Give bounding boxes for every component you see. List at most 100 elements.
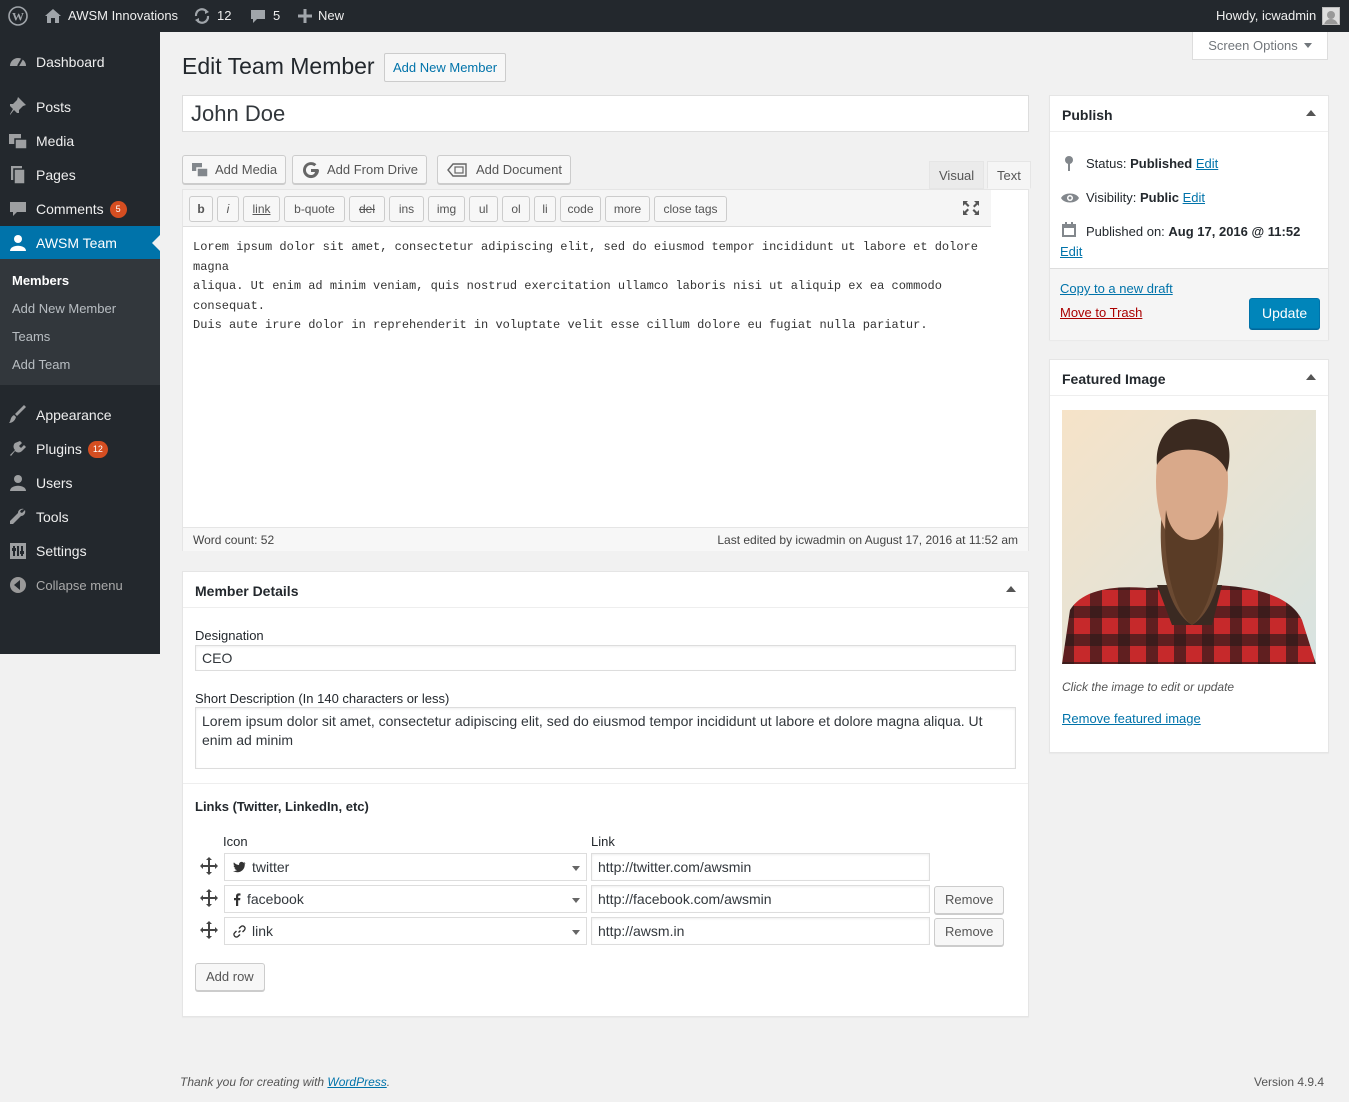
remove-link-button[interactable]: Remove — [934, 886, 1005, 914]
link-icon-value: link — [252, 923, 274, 939]
publish-header[interactable]: Publish — [1050, 96, 1328, 132]
collapse-arrow-icon[interactable] — [1306, 374, 1316, 380]
menu-awsm-team[interactable]: AWSM Team — [0, 226, 160, 260]
links-col-link: Link — [591, 834, 615, 849]
edit-visibility-link[interactable]: Edit — [1183, 190, 1205, 205]
visibility-label: Visibility: — [1086, 190, 1137, 205]
facebook-icon — [234, 892, 241, 906]
my-account-link[interactable]: Howdy, icwadmin — [1216, 0, 1341, 32]
qt-ins-button[interactable]: ins — [389, 196, 424, 222]
submenu-add-team[interactable]: Add Team — [12, 357, 70, 372]
add-new-member-button[interactable]: Add New Member — [384, 53, 507, 82]
comments-link[interactable]: 5 — [249, 0, 280, 32]
qt-ol-button[interactable]: ol — [502, 196, 530, 222]
edit-date-link[interactable]: Edit — [1060, 244, 1082, 259]
link-icon-value: twitter — [252, 859, 290, 875]
page-title: Edit Team Member — [182, 53, 375, 79]
tab-visual[interactable]: Visual — [929, 161, 985, 189]
short-description-textarea[interactable]: Lorem ipsum dolor sit amet, consectetur … — [195, 707, 1016, 769]
fullscreen-icon[interactable] — [962, 200, 980, 219]
menu-media[interactable]: Media — [0, 124, 160, 158]
featured-image-header[interactable]: Featured Image — [1050, 360, 1328, 396]
add-media-button[interactable]: Add Media — [182, 155, 287, 184]
remove-featured-image-link[interactable]: Remove featured image — [1062, 711, 1201, 726]
menu-dashboard[interactable]: Dashboard — [0, 45, 160, 79]
collapse-arrow-icon[interactable] — [1306, 110, 1316, 116]
site-name: AWSM Innovations — [68, 8, 179, 23]
publish-title: Publish — [1062, 107, 1113, 123]
awsm-team-submenu: Members Add New Member Teams Add Team — [0, 259, 160, 385]
content-line: aliqua. Ut enim ad minim veniam, quis no… — [193, 279, 942, 313]
link-url-input[interactable]: http://twitter.com/awsmin — [591, 853, 930, 881]
post-title-input[interactable]: John Doe — [182, 95, 1029, 132]
qt-bquote-button[interactable]: b-quote — [284, 196, 345, 222]
collapse-icon — [0, 576, 36, 594]
menu-settings[interactable]: Settings — [0, 534, 160, 568]
tab-text[interactable]: Text — [987, 161, 1031, 189]
drag-move-icon[interactable] — [199, 856, 219, 876]
qt-close-tags-button[interactable]: close tags — [654, 196, 727, 222]
status-value: Published — [1130, 156, 1193, 171]
menu-comments[interactable]: Comments 5 — [0, 192, 160, 226]
menu-media-label: Media — [36, 133, 75, 149]
qt-del-button[interactable]: del — [349, 196, 385, 222]
screen-options-button[interactable]: Screen Options — [1192, 32, 1328, 60]
link-url-input[interactable]: http://awsm.in — [591, 917, 930, 945]
featured-image[interactable] — [1062, 410, 1316, 664]
qt-link-button[interactable]: link — [243, 196, 280, 222]
editor-container: b i link b-quote del ins img ul ol li co… — [182, 189, 1029, 551]
add-row-button[interactable]: Add row — [195, 963, 265, 991]
status-label: Status: — [1086, 156, 1127, 171]
users-icon — [0, 473, 36, 493]
menu-tools[interactable]: Tools — [0, 500, 160, 534]
short-description-label: Short Description (In 140 characters or … — [195, 691, 450, 706]
wordpress-logo-icon[interactable]: W — [8, 0, 28, 32]
qt-code-button[interactable]: code — [560, 196, 601, 222]
menu-posts[interactable]: Posts — [0, 90, 160, 124]
link-icon-select[interactable]: link — [224, 917, 587, 945]
move-to-trash-link[interactable]: Move to Trash — [1060, 305, 1142, 320]
submenu-add-new-member[interactable]: Add New Member — [12, 301, 116, 316]
drag-move-icon[interactable] — [199, 920, 219, 940]
new-content-link[interactable]: New — [298, 0, 344, 32]
add-document-button[interactable]: Add Document — [437, 155, 571, 184]
remove-link-button[interactable]: Remove — [934, 918, 1005, 946]
comment-icon — [0, 199, 36, 219]
designation-label: Designation — [195, 628, 264, 643]
link-icon-select[interactable]: facebook — [224, 885, 587, 913]
content-textarea[interactable]: Lorem ipsum dolor sit amet, consectetur … — [193, 238, 1008, 336]
member-details-header[interactable]: Member Details — [183, 572, 1028, 608]
qt-italic-button[interactable]: i — [217, 196, 239, 222]
updates-icon — [194, 8, 210, 24]
site-name-link[interactable]: AWSM Innovations — [44, 0, 178, 32]
edit-status-link[interactable]: Edit — [1196, 156, 1218, 171]
updates-link[interactable]: 12 — [193, 0, 231, 32]
copy-draft-link[interactable]: Copy to a new draft — [1060, 281, 1173, 296]
submenu-teams[interactable]: Teams — [12, 329, 50, 344]
menu-appearance[interactable]: Appearance — [0, 398, 160, 432]
drag-move-icon[interactable] — [199, 888, 219, 908]
admin-sidebar: Dashboard Posts Media Pages Comments 5 A… — [0, 32, 160, 654]
select-caret-icon — [572, 866, 580, 871]
qt-bold-button[interactable]: b — [189, 196, 213, 222]
menu-plugins[interactable]: Plugins 12 — [0, 432, 160, 466]
link-icon-select[interactable]: twitter — [224, 853, 587, 881]
qt-img-button[interactable]: img — [428, 196, 465, 222]
menu-users-label: Users — [36, 475, 73, 491]
qt-li-button[interactable]: li — [534, 196, 556, 222]
submenu-members[interactable]: Members — [12, 273, 69, 288]
collapse-menu-button[interactable]: Collapse menu — [0, 568, 160, 602]
collapse-arrow-icon[interactable] — [1006, 586, 1016, 592]
qt-ul-button[interactable]: ul — [469, 196, 498, 222]
publish-box: Publish Status: Published Edit Visibilit… — [1049, 95, 1329, 340]
add-from-drive-button[interactable]: Add From Drive — [292, 155, 428, 184]
link-url-input[interactable]: http://facebook.com/awsmin — [591, 885, 930, 913]
menu-pages[interactable]: Pages — [0, 158, 160, 192]
designation-input[interactable]: CEO — [195, 645, 1016, 671]
update-button[interactable]: Update — [1249, 298, 1321, 329]
qt-more-button[interactable]: more — [605, 196, 650, 222]
menu-pages-label: Pages — [36, 167, 76, 183]
menu-users[interactable]: Users — [0, 466, 160, 500]
add-media-label: Add Media — [215, 162, 278, 177]
wordpress-link[interactable]: WordPress — [327, 1075, 386, 1089]
